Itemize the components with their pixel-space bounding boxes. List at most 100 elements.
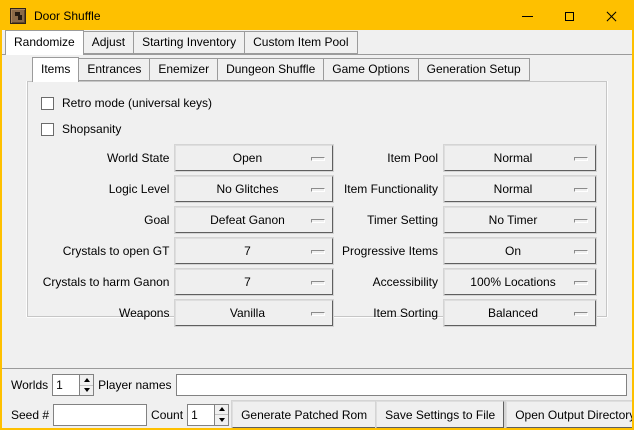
world-state-dropdown[interactable]: Open — [175, 145, 333, 171]
progressive-items-dropdown[interactable]: On — [444, 238, 596, 264]
open-output-directory-button[interactable]: Open Output Directory — [506, 401, 634, 428]
shopsanity-row: Shopsanity — [41, 119, 596, 139]
count-spin-down-button[interactable] — [215, 414, 228, 425]
options-column-right: Item Pool Normal Item Functionality Norm… — [337, 145, 596, 331]
subtab-enemizer[interactable]: Enemizer — [149, 58, 218, 81]
timer-setting-value: No Timer — [489, 213, 552, 227]
item-sorting-value: Balanced — [488, 306, 552, 320]
accessibility-label: Accessibility — [337, 275, 444, 289]
door-icon — [10, 8, 26, 24]
options-column-left: World State Open Logic Level No Glitches — [38, 145, 333, 331]
randomize-panel: Items Entrances Enemizer Dungeon Shuffle… — [2, 54, 632, 369]
tab-starting-inventory[interactable]: Starting Inventory — [133, 31, 245, 54]
item-pool-row: Item Pool Normal — [337, 145, 596, 171]
goal-row: Goal Defeat Ganon — [38, 207, 333, 233]
item-functionality-label: Item Functionality — [337, 182, 444, 196]
player-names-input[interactable] — [176, 374, 628, 396]
item-pool-value: Normal — [494, 151, 547, 165]
logic-level-value: No Glitches — [216, 182, 292, 196]
worlds-input[interactable] — [53, 375, 79, 395]
item-functionality-value: Normal — [494, 182, 547, 196]
worlds-spinbox[interactable] — [52, 374, 94, 396]
item-sorting-row: Item Sorting Balanced — [337, 300, 596, 326]
item-functionality-dropdown[interactable]: Normal — [444, 176, 596, 202]
close-button[interactable] — [590, 2, 632, 30]
count-input[interactable] — [188, 405, 214, 425]
shopsanity-checkbox[interactable] — [41, 123, 54, 136]
logic-level-dropdown[interactable]: No Glitches — [175, 176, 333, 202]
world-state-row: World State Open — [38, 145, 333, 171]
count-label: Count — [147, 408, 187, 422]
item-sorting-dropdown[interactable]: Balanced — [444, 300, 596, 326]
subtab-game-options[interactable]: Game Options — [323, 58, 418, 81]
subtab-items[interactable]: Items — [32, 57, 79, 82]
window-title: Door Shuffle — [34, 9, 101, 23]
worlds-row: Worlds Player names — [7, 374, 627, 396]
weapons-row: Weapons Vanilla — [38, 300, 333, 326]
crystals-harm-ganon-label: Crystals to harm Ganon — [38, 275, 175, 289]
tab-adjust[interactable]: Adjust — [83, 31, 134, 54]
logic-level-label: Logic Level — [38, 182, 175, 196]
crystals-open-gt-dropdown[interactable]: 7 — [175, 238, 333, 264]
dropdown-indicator-icon — [574, 219, 588, 223]
accessibility-dropdown[interactable]: 100% Locations — [444, 269, 596, 295]
crystals-open-gt-value: 7 — [244, 244, 265, 258]
retro-mode-label: Retro mode (universal keys) — [62, 96, 212, 110]
item-pool-dropdown[interactable]: Normal — [444, 145, 596, 171]
count-spin-up-button[interactable] — [215, 405, 228, 415]
timer-setting-dropdown[interactable]: No Timer — [444, 207, 596, 233]
window-controls — [506, 2, 632, 30]
dropdown-indicator-icon — [574, 188, 588, 192]
player-names-label: Player names — [94, 378, 175, 392]
dropdown-indicator-icon — [311, 157, 325, 161]
maximize-button[interactable] — [548, 2, 590, 30]
subtab-dungeon-shuffle[interactable]: Dungeon Shuffle — [217, 58, 324, 81]
timer-setting-row: Timer Setting No Timer — [337, 207, 596, 233]
dropdown-indicator-icon — [574, 157, 588, 161]
retro-mode-checkbox[interactable] — [41, 97, 54, 110]
accessibility-value: 100% Locations — [470, 275, 569, 289]
save-settings-button[interactable]: Save Settings to File — [376, 401, 504, 428]
items-panel: Retro mode (universal keys) Shopsanity W… — [27, 81, 607, 317]
item-functionality-row: Item Functionality Normal — [337, 176, 596, 202]
subtab-generation-setup[interactable]: Generation Setup — [418, 58, 530, 81]
world-state-label: World State — [38, 151, 175, 165]
main-tab-bar: Randomize Adjust Starting Inventory Cust… — [2, 30, 632, 54]
world-state-value: Open — [233, 151, 276, 165]
count-spinbox[interactable] — [187, 404, 229, 426]
timer-setting-label: Timer Setting — [337, 213, 444, 227]
item-pool-label: Item Pool — [337, 151, 444, 165]
tab-randomize[interactable]: Randomize — [5, 30, 84, 55]
spin-up-icon — [84, 378, 90, 382]
dropdown-indicator-icon — [574, 281, 588, 285]
minimize-icon — [522, 16, 533, 17]
maximize-icon — [565, 12, 574, 21]
dropdown-indicator-icon — [311, 312, 325, 316]
goal-dropdown[interactable]: Defeat Ganon — [175, 207, 333, 233]
spin-up-icon — [219, 407, 225, 411]
logic-level-row: Logic Level No Glitches — [38, 176, 333, 202]
titlebar: Door Shuffle — [2, 2, 632, 30]
progressive-items-value: On — [505, 244, 535, 258]
dropdown-indicator-icon — [311, 219, 325, 223]
subtab-entrances[interactable]: Entrances — [78, 58, 150, 81]
progressive-items-label: Progressive Items — [337, 244, 444, 258]
generate-patched-rom-button[interactable]: Generate Patched Rom — [232, 401, 376, 428]
crystals-harm-ganon-dropdown[interactable]: 7 — [175, 269, 333, 295]
sub-tab-bar: Items Entrances Enemizer Dungeon Shuffle… — [2, 55, 632, 81]
retro-mode-row: Retro mode (universal keys) — [41, 93, 596, 113]
count-spin-buttons — [214, 405, 228, 425]
worlds-label: Worlds — [7, 378, 52, 392]
seed-input[interactable] — [53, 404, 147, 426]
item-sorting-label: Item Sorting — [337, 306, 444, 320]
weapons-label: Weapons — [38, 306, 175, 320]
dropdown-indicator-icon — [311, 281, 325, 285]
worlds-spin-down-button[interactable] — [80, 385, 93, 396]
weapons-dropdown[interactable]: Vanilla — [175, 300, 333, 326]
accessibility-row: Accessibility 100% Locations — [337, 269, 596, 295]
crystals-open-gt-label: Crystals to open GT — [38, 244, 175, 258]
goal-label: Goal — [38, 213, 175, 227]
tab-custom-item-pool[interactable]: Custom Item Pool — [244, 31, 357, 54]
minimize-button[interactable] — [506, 2, 548, 30]
worlds-spin-up-button[interactable] — [80, 375, 93, 385]
